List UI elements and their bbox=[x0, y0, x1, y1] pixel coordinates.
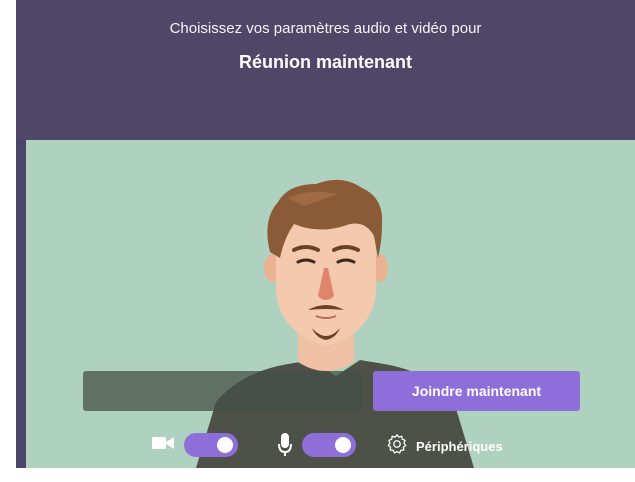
camera-toggle-knob bbox=[217, 437, 233, 453]
camera-toggle[interactable] bbox=[184, 433, 238, 457]
name-input[interactable] bbox=[83, 371, 363, 411]
camera-icon bbox=[152, 435, 174, 456]
media-controls: Périphériques bbox=[26, 430, 635, 462]
header-subtitle: Choisissez vos paramètres audio et vidéo… bbox=[169, 20, 482, 37]
devices-label: Périphériques bbox=[416, 438, 503, 454]
join-now-button[interactable]: Joindre maintenant bbox=[373, 371, 580, 411]
meeting-title: Réunion maintenant bbox=[238, 52, 412, 72]
microphone-toggle-knob bbox=[335, 437, 351, 453]
meeting-setup-window: Choisissez vos paramètres audio et vidéo… bbox=[16, 0, 635, 468]
video-preview: Joindre maintenant Périphériques bbox=[26, 140, 635, 468]
microphone-icon bbox=[278, 433, 292, 462]
gear-icon bbox=[386, 433, 408, 460]
devices-button[interactable]: Périphériques bbox=[386, 433, 503, 459]
avatar-illustration bbox=[196, 179, 474, 468]
header: Choisissez vos paramètres audio et vidéo… bbox=[16, 0, 635, 140]
microphone-toggle[interactable] bbox=[302, 433, 356, 457]
